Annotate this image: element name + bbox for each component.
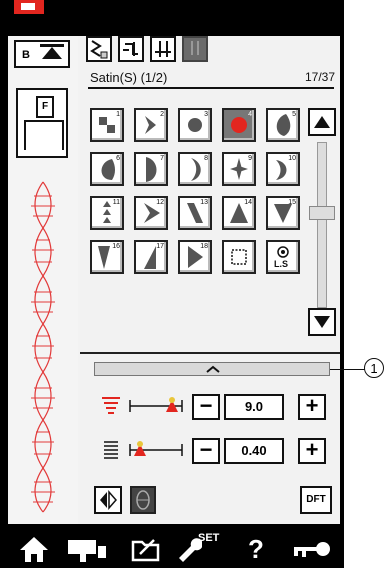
pattern-number: 14 <box>244 199 252 206</box>
tab-satin-stitches[interactable] <box>86 36 112 62</box>
stitch-preview <box>31 181 55 513</box>
stitch-width-value: 9.0 <box>224 394 284 420</box>
home-icon[interactable] <box>18 534 50 564</box>
key-lock-icon[interactable] <box>290 534 334 564</box>
pattern-12[interactable]: 12 <box>134 196 168 230</box>
pattern-number: 3 <box>204 111 208 118</box>
pattern-number: 4 <box>248 111 252 118</box>
callout-number: 1 <box>364 358 384 378</box>
pattern-7[interactable]: 7 <box>134 152 168 186</box>
foot-swap-icon <box>123 42 138 56</box>
pattern-4[interactable]: 4 <box>222 108 256 142</box>
pattern-18[interactable]: 18 <box>178 240 212 274</box>
presser-foot-indicator: F <box>16 88 68 158</box>
chevron-up-icon <box>206 365 220 373</box>
sewing-application-icon[interactable] <box>66 534 108 564</box>
basting-icon <box>231 249 247 265</box>
default-settings-button[interactable]: DFT <box>300 486 332 514</box>
stitch-width-icon <box>102 397 120 414</box>
pattern-14[interactable]: 14 <box>222 196 256 230</box>
pattern-number: 17 <box>156 243 164 250</box>
pattern-5[interactable]: 5 <box>266 108 300 142</box>
arrow-up-icon <box>314 116 330 128</box>
scroll-track[interactable] <box>317 142 327 308</box>
elongation-icon <box>136 490 150 510</box>
help-button[interactable]: ? <box>248 534 264 564</box>
pattern-number: 9 <box>248 155 252 162</box>
scroll-down-button[interactable] <box>308 308 336 336</box>
needle-up-icon <box>42 47 62 59</box>
pattern-number: 10 <box>288 155 296 162</box>
pattern-number: 18 <box>200 243 208 250</box>
basting-button[interactable] <box>222 240 256 274</box>
pattern-number: 1 <box>116 111 120 118</box>
tab-twin-needle <box>182 36 208 62</box>
satin-stitches-icon <box>90 40 108 59</box>
top-bar <box>0 0 344 30</box>
pattern-group-title: Satin(S) (1/2) <box>90 70 168 85</box>
lock-stitch-button[interactable]: L.S <box>266 240 300 274</box>
pattern-number: 15 <box>288 199 296 206</box>
pattern-2[interactable]: 2 <box>134 108 168 142</box>
set-label: SET <box>198 532 220 544</box>
lock-stitch-label: L.S <box>274 259 289 269</box>
needle-position-icon <box>155 41 171 57</box>
pattern-number: 13 <box>200 199 208 206</box>
pattern-number: 8 <box>204 155 208 162</box>
pattern-number: 2 <box>160 111 164 118</box>
pattern-11[interactable]: 11 <box>90 196 124 230</box>
pattern-15[interactable]: 15 <box>266 196 300 230</box>
mirror-image-button[interactable] <box>94 486 122 514</box>
presser-foot-icon <box>24 120 64 150</box>
pattern-13[interactable]: 13 <box>178 196 212 230</box>
pattern-8[interactable]: 8 <box>178 152 212 186</box>
width-slider-icon <box>129 397 183 412</box>
collapse-settings-button[interactable] <box>94 362 330 376</box>
file-folder-icon[interactable] <box>130 534 162 564</box>
pattern-number: 7 <box>160 155 164 162</box>
pattern-16[interactable]: 16 <box>90 240 124 274</box>
pattern-9[interactable]: 9 <box>222 152 256 186</box>
pattern-10[interactable]: 10 <box>266 152 300 186</box>
pattern-number: 5 <box>292 111 296 118</box>
pattern-1[interactable]: 1 <box>90 108 124 142</box>
needle-label: B <box>22 49 30 61</box>
pattern-count: 17/37 <box>305 70 336 84</box>
length-increase-button[interactable]: + <box>298 438 326 464</box>
pattern-number: 12 <box>156 199 164 206</box>
width-decrease-button[interactable]: − <box>192 394 220 420</box>
callout-leader <box>330 369 366 370</box>
pattern-17[interactable]: 17 <box>134 240 168 274</box>
tab-foot-swap[interactable] <box>118 36 144 62</box>
pattern-number: 11 <box>112 199 120 206</box>
settings-mode-button[interactable]: SET <box>176 532 226 564</box>
twin-needle-icon <box>191 41 199 55</box>
arrow-down-icon <box>314 316 330 328</box>
tab-needle-position[interactable] <box>150 36 176 62</box>
length-decrease-button[interactable]: − <box>192 438 220 464</box>
needle-up-down-button[interactable]: B <box>14 40 70 68</box>
stitch-length-icon <box>104 441 118 459</box>
pattern-number: 16 <box>112 243 120 250</box>
pattern-number: 6 <box>116 155 120 162</box>
presser-foot-label: F <box>36 96 54 118</box>
mirror-icon <box>100 490 117 510</box>
brand-logo <box>14 0 44 14</box>
title-divider <box>88 87 334 89</box>
pattern-3[interactable]: 3 <box>178 108 212 142</box>
length-slider-icon <box>129 441 183 456</box>
settings-divider <box>80 352 340 354</box>
width-increase-button[interactable]: + <box>298 394 326 420</box>
scroll-up-button[interactable] <box>308 108 336 136</box>
pattern-6[interactable]: 6 <box>90 152 124 186</box>
scroll-thumb[interactable] <box>309 206 335 220</box>
stitch-length-value: 0.40 <box>224 438 284 464</box>
elongation-button <box>130 486 156 514</box>
pattern-scrollbar <box>308 108 336 342</box>
